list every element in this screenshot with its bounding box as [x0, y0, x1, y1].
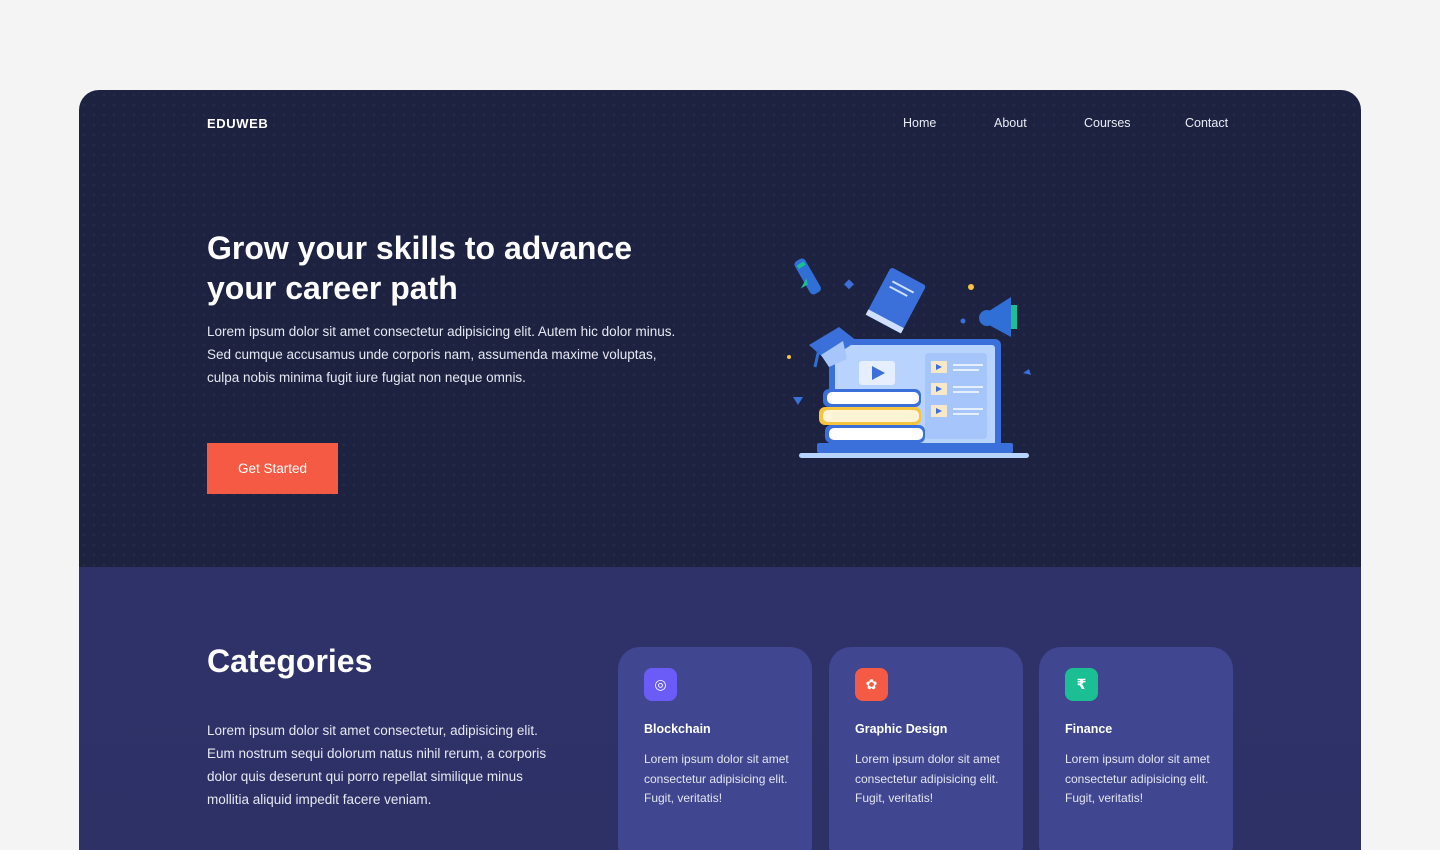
logo[interactable]: EDUWEB [207, 116, 268, 131]
categories-section: Categories Lorem ipsum dolor sit amet co… [79, 567, 1361, 850]
blockchain-icon: ◎ [644, 668, 677, 701]
categories-title: Categories [207, 643, 373, 679]
card-title: Finance [1065, 722, 1113, 736]
nav-courses[interactable]: Courses [1084, 116, 1131, 130]
categories-description: Lorem ipsum dolor sit amet consectetur, … [207, 723, 547, 807]
e-learning-illustration [787, 258, 1031, 458]
card-title: Blockchain [644, 722, 711, 736]
hero-description: Lorem ipsum dolor sit amet consectetur a… [207, 324, 676, 385]
category-card-graphic-design[interactable]: ✿ Graphic Design Lorem ipsum dolor sit a… [829, 647, 1023, 850]
hero-section: EDUWEB Home About Courses Contact Grow y… [79, 90, 1361, 567]
card-description: Lorem ipsum dolor sit amet consectetur a… [644, 752, 789, 805]
nav-contact[interactable]: Contact [1185, 116, 1228, 130]
landing-page: EDUWEB Home About Courses Contact Grow y… [79, 90, 1361, 850]
card-title: Graphic Design [855, 722, 948, 736]
hero-title: Grow your skills to advance your career … [207, 230, 633, 306]
card-description: Lorem ipsum dolor sit amet consectetur a… [1065, 752, 1210, 805]
card-description: Lorem ipsum dolor sit amet consectetur a… [855, 752, 1000, 805]
palette-icon: ✿ [855, 668, 888, 701]
rupee-icon: ₹ [1065, 668, 1098, 701]
get-started-button[interactable]: Get Started [207, 443, 338, 494]
category-card-finance[interactable]: ₹ Finance Lorem ipsum dolor sit amet con… [1039, 647, 1233, 850]
category-card-blockchain[interactable]: ◎ Blockchain Lorem ipsum dolor sit amet … [618, 647, 812, 850]
nav-home[interactable]: Home [903, 116, 936, 130]
nav-about[interactable]: About [994, 116, 1027, 130]
